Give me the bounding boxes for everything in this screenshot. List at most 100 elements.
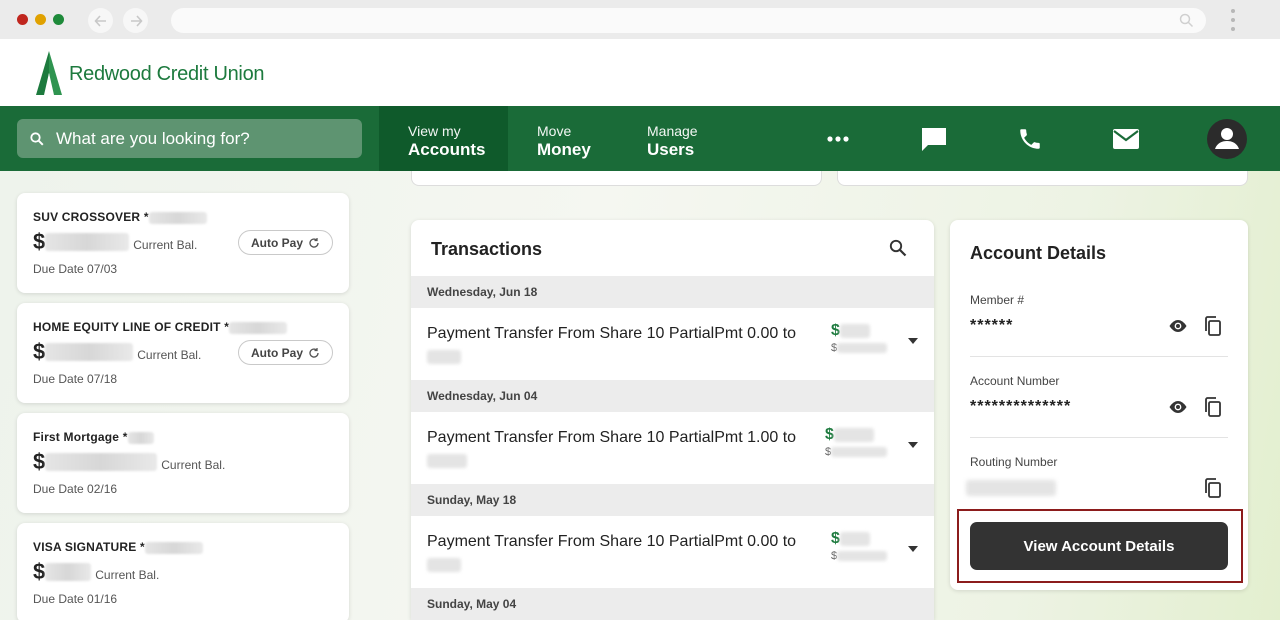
due-date: Due Date 07/03 <box>33 262 118 276</box>
tab-big-label: Users <box>647 140 695 159</box>
copy-icon[interactable] <box>1204 397 1222 417</box>
currency-symbol: $ <box>33 449 46 474</box>
arrow-left-icon <box>93 14 106 27</box>
browser-menu-icon[interactable] <box>1231 9 1236 36</box>
masked-text <box>427 349 461 364</box>
logo[interactable]: Redwood Credit Union <box>35 51 265 95</box>
tab-view-my-accounts[interactable]: View my Accounts <box>379 106 508 171</box>
masked-balance-value <box>837 551 888 562</box>
refresh-icon <box>309 237 319 248</box>
chevron-down-icon[interactable] <box>908 442 918 448</box>
redwood-tree-icon <box>36 51 62 95</box>
search-icon[interactable] <box>889 239 907 257</box>
masked-account-number <box>229 321 288 334</box>
balance-label: Current Bal. <box>133 238 198 252</box>
transactions-panel: Transactions Wednesday, Jun 18 Payment T… <box>411 220 934 620</box>
account-number-value: ************** <box>970 398 1072 415</box>
currency-symbol: $ <box>33 559 46 584</box>
search-input[interactable] <box>56 128 336 149</box>
account-card-first-mortgage[interactable]: First Mortgage * $ Current Bal. Due Date… <box>17 413 349 513</box>
masked-balance <box>45 563 92 581</box>
transaction-row[interactable]: Payment Transfer From Share 10 PartialPm… <box>411 412 934 484</box>
masked-account-number <box>144 541 203 554</box>
back-button[interactable] <box>88 8 113 33</box>
site-header: Redwood Credit Union <box>0 39 1280 106</box>
transaction-description: Payment Transfer From Share 10 PartialPm… <box>427 426 827 472</box>
currency-symbol: $ <box>831 530 840 547</box>
brand-name: Redwood Credit Union <box>69 62 265 85</box>
routing-number-label: Routing Number <box>970 455 1058 469</box>
chat-icon <box>922 127 946 151</box>
masked-balance: $ <box>831 550 888 562</box>
copy-icon[interactable] <box>1204 316 1222 336</box>
tab-big-label: Money <box>537 140 591 159</box>
masked-account-number <box>127 431 154 444</box>
currency-symbol: $ <box>33 339 46 364</box>
minimize-window-icon[interactable] <box>35 14 46 25</box>
chevron-down-icon[interactable] <box>908 546 918 552</box>
main-nav: View my Accounts Move Money Manage Users <box>0 106 1280 171</box>
more-icon <box>827 135 849 142</box>
balance-label: Current Bal. <box>137 348 202 362</box>
masked-account-number: * <box>143 210 149 224</box>
auto-pay-label: Auto Pay <box>250 235 303 250</box>
member-label: Member # <box>970 293 1025 307</box>
account-name: HOME EQUITY LINE OF CREDIT * <box>33 320 288 334</box>
member-value: ****** <box>970 317 1014 334</box>
account-details-title: Account Details <box>970 243 1107 263</box>
balance-label: Current Bal. <box>95 568 160 582</box>
transactions-title: Transactions <box>431 239 543 259</box>
masked-text <box>427 557 461 572</box>
phone-button[interactable] <box>1006 106 1054 171</box>
tab-manage-users[interactable]: Manage Users <box>618 106 728 171</box>
masked-balance <box>45 233 130 251</box>
masked-balance <box>45 453 158 471</box>
masked-amount <box>839 531 870 546</box>
chevron-down-icon[interactable] <box>908 338 918 344</box>
more-button[interactable] <box>814 106 862 171</box>
eye-icon[interactable] <box>1168 319 1188 333</box>
mail-button[interactable] <box>1102 106 1150 171</box>
transaction-text: Payment Transfer From Share 10 PartialPm… <box>427 429 797 446</box>
arrow-right-icon <box>130 14 143 27</box>
profile-button[interactable] <box>1204 106 1250 171</box>
address-bar[interactable] <box>171 8 1206 33</box>
account-card-visa-signature[interactable]: VISA SIGNATURE * $ Current Bal. Due Date… <box>17 523 349 620</box>
chat-button[interactable] <box>910 106 958 171</box>
transaction-text: Payment Transfer From Share 10 PartialPm… <box>427 325 797 342</box>
masked-account-number <box>148 211 207 224</box>
currency-symbol: $ <box>825 426 834 443</box>
highlight-box <box>957 509 1243 583</box>
account-name: SUV CROSSOVER * <box>33 210 207 224</box>
currency-symbol: $ <box>33 229 46 254</box>
due-date: Due Date 02/16 <box>33 482 118 496</box>
auto-pay-badge[interactable]: Auto Pay <box>237 230 333 255</box>
maximize-window-icon[interactable] <box>53 14 64 25</box>
currency-symbol: $ <box>831 322 840 339</box>
tab-small-label: Move <box>537 123 572 139</box>
account-card-suv-crossover[interactable]: SUV CROSSOVER * $ Current Bal. Due Date … <box>17 193 349 293</box>
auto-pay-badge[interactable]: Auto Pay <box>237 340 333 365</box>
forward-button[interactable] <box>123 8 148 33</box>
close-window-icon[interactable] <box>17 14 28 25</box>
account-card-home-equity[interactable]: HOME EQUITY LINE OF CREDIT * $ Current B… <box>17 303 349 403</box>
phone-icon <box>1020 128 1040 149</box>
masked-amount <box>833 427 874 442</box>
balance: $ Current Bal. <box>33 339 201 365</box>
masked-balance-value <box>831 447 888 458</box>
eye-icon[interactable] <box>1168 400 1188 414</box>
tab-small-label: View my <box>408 123 461 139</box>
profile-icon <box>1207 118 1247 159</box>
mail-icon <box>1113 128 1139 149</box>
search-box[interactable] <box>17 119 362 158</box>
masked-amount <box>839 323 870 338</box>
tab-move-money[interactable]: Move Money <box>508 106 618 171</box>
copy-icon[interactable] <box>1204 478 1222 498</box>
account-name: First Mortgage * <box>33 430 154 444</box>
refresh-icon <box>309 347 319 358</box>
transaction-row[interactable]: Payment Transfer From Share 10 PartialPm… <box>411 516 934 588</box>
masked-text <box>427 453 467 468</box>
transaction-row[interactable]: Payment Transfer From Share 10 PartialPm… <box>411 308 934 380</box>
transaction-date: Wednesday, Jun 04 <box>411 380 934 412</box>
card-stub <box>837 171 1248 186</box>
